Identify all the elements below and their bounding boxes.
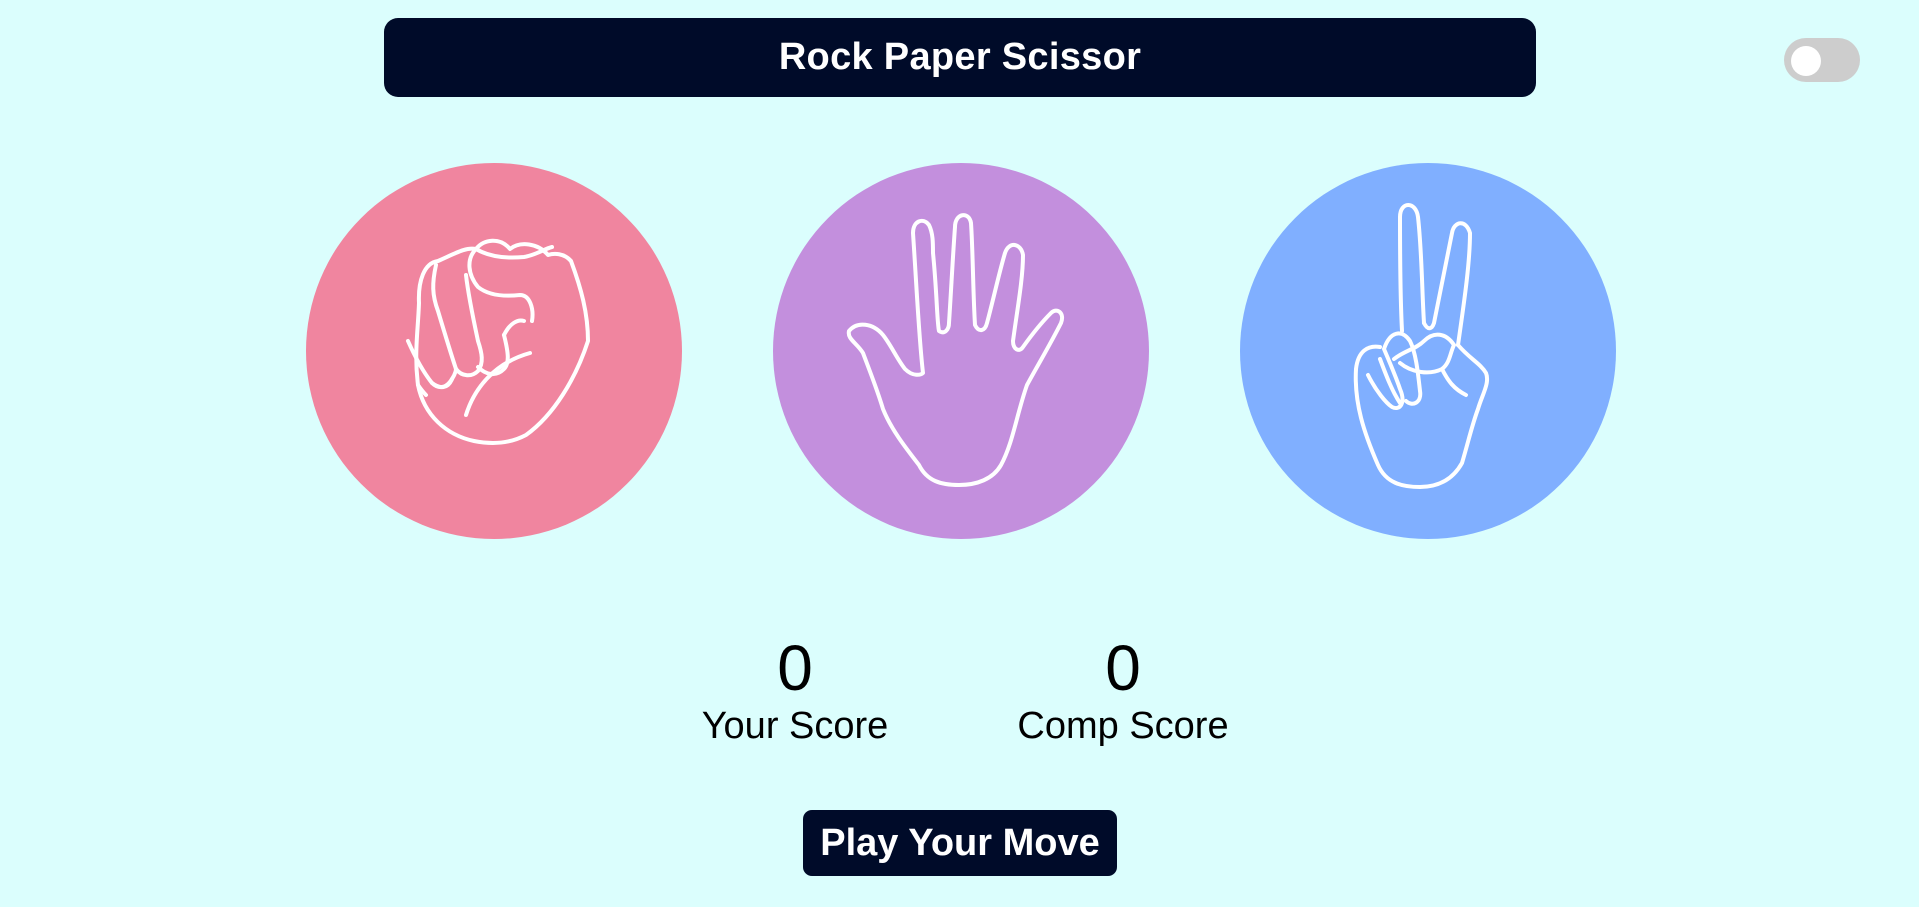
choice-paper[interactable]	[773, 163, 1149, 539]
user-score-value: 0	[777, 632, 813, 704]
comp-score-value: 0	[1105, 632, 1141, 704]
choice-scissor[interactable]	[1240, 163, 1616, 539]
header-bar: Rock Paper Scissor	[384, 18, 1536, 97]
peace-hand-icon	[1240, 163, 1616, 539]
comp-score: 0 Comp Score	[993, 632, 1253, 748]
theme-toggle[interactable]	[1784, 38, 1860, 82]
message-box: Play Your Move	[803, 810, 1117, 876]
comp-score-label: Comp Score	[1017, 705, 1229, 747]
game-page: Rock Paper Scissor 0 Your Score 0 Comp S…	[0, 0, 1919, 907]
fist-icon	[306, 163, 682, 539]
user-score: 0 Your Score	[665, 632, 925, 748]
user-score-label: Your Score	[701, 705, 889, 747]
choice-rock[interactable]	[306, 163, 682, 539]
message-text: Play Your Move	[820, 821, 1100, 864]
toggle-knob	[1791, 46, 1821, 76]
open-hand-icon	[773, 163, 1149, 539]
page-title: Rock Paper Scissor	[778, 36, 1142, 78]
